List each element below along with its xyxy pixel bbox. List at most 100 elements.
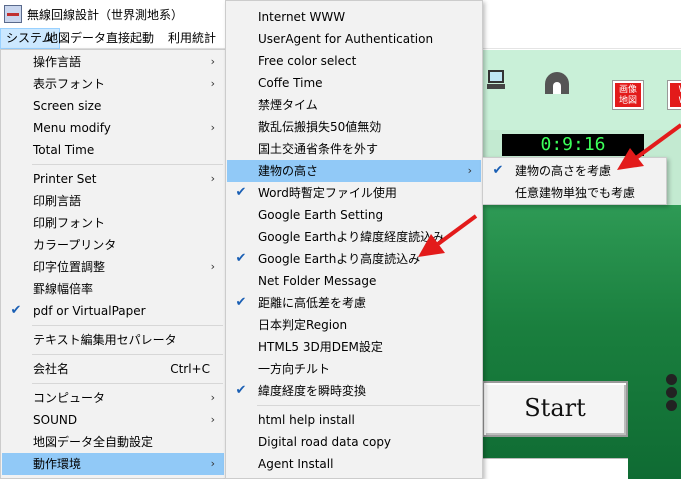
chevron-right-icon: › <box>467 164 472 177</box>
menu-item-company-name[interactable]: 会社名 Ctrl+C <box>2 358 224 380</box>
menu-item-japan-region[interactable]: 日本判定Region <box>227 314 481 336</box>
menu-item-computer[interactable]: コンピュータ › <box>2 387 224 409</box>
image-map-button[interactable]: 画像 地図 <box>612 80 644 110</box>
menu-item-free-color[interactable]: Free color select <box>227 50 481 72</box>
menu-item-label: HTML5 3D用DEM設定 <box>258 340 383 354</box>
tunnel-icon[interactable] <box>545 72 569 94</box>
menu-item-label: Google Earthより緯度経度読込み <box>258 230 445 244</box>
menu-item-label: 国土交通省条件を外す <box>258 142 379 156</box>
chevron-right-icon: › <box>210 260 215 273</box>
system-menu: 操作言語 › 表示フォント › Screen size Menu modify › T… <box>0 49 226 479</box>
menu-item-label: 建物の高さ <box>258 164 319 178</box>
menu-item-label: Screen size <box>33 99 102 113</box>
chevron-right-icon: › <box>210 413 215 426</box>
menu-item-label: 印刷言語 <box>33 194 82 208</box>
menu-item-label: Google Earth Setting <box>258 208 384 222</box>
menu-item-screen-size[interactable]: Screen size <box>2 95 224 117</box>
menu-item-color-printer[interactable]: カラープリンタ <box>2 234 224 256</box>
menu-separator <box>32 325 223 326</box>
menu-item-label: 緯度経度を瞬時変換 <box>258 384 367 398</box>
menu-item-html5-dem[interactable]: HTML5 3D用DEM設定 <box>227 336 481 358</box>
menu-item-label: Digital road data copy <box>258 435 392 449</box>
menu-item-one-way-tilt[interactable]: 一方向チルト <box>227 358 481 380</box>
menu-separator <box>32 383 223 384</box>
menu-item-label: 任意建物単独でも考慮 <box>515 186 636 200</box>
menu-item-label: 禁煙タイム <box>258 98 318 112</box>
check-icon: ✔ <box>235 185 247 200</box>
menu-item-text-separator[interactable]: テキスト編集用セパレータ <box>2 329 224 351</box>
check-icon: ✔ <box>235 251 247 266</box>
menu-item-label: 表示フォント <box>33 77 106 91</box>
menu-item-ge-latlon-import[interactable]: Google Earthより緯度経度読込み <box>227 226 481 248</box>
menu-usage-stats[interactable]: 利用統計 <box>163 28 221 49</box>
menu-item-label: 日本判定Region <box>258 318 348 332</box>
menu-item-label: 会社名 <box>33 362 70 376</box>
menu-item-sound[interactable]: SOUND › <box>2 409 224 431</box>
building-height-submenu: ✔ 建物の高さを考慮 任意建物単独でも考慮 <box>482 157 667 205</box>
menu-item-label: コンピュータ <box>33 391 106 405</box>
timer-display: 0:9:16 <box>502 134 644 156</box>
menu-item-label: Net Folder Message <box>258 274 377 288</box>
menu-item-ge-altitude-import[interactable]: ✔ Google Earthより高度読込み <box>227 248 481 270</box>
www-button[interactable]: W W <box>667 80 681 110</box>
map-field <box>482 205 681 479</box>
menu-item-agent-install[interactable]: Agent Install <box>227 453 481 475</box>
menu-item-label: html help install <box>258 413 355 427</box>
computer-icon[interactable] <box>487 70 505 90</box>
app-toolbar <box>482 50 681 130</box>
menu-item-printer-set[interactable]: Printer Set › <box>2 168 224 190</box>
chevron-right-icon: › <box>210 172 215 185</box>
menu-item-environment[interactable]: 動作環境 › <box>2 453 224 475</box>
chevron-right-icon: › <box>210 391 215 404</box>
menu-separator <box>32 354 223 355</box>
menu-item-label: pdf or VirtualPaper <box>33 304 146 318</box>
menu-item-label: Agent Install <box>258 457 334 471</box>
menu-item-label: 散乱伝搬損失50値無効 <box>258 120 382 134</box>
check-icon: ✔ <box>235 295 247 310</box>
menu-item-pdf-virtualpaper[interactable]: ✔ pdf or VirtualPaper <box>2 300 224 322</box>
menu-item-language[interactable]: 操作言語 › <box>2 51 224 73</box>
menu-item-consider-building-height[interactable]: ✔ 建物の高さを考慮 <box>484 160 665 182</box>
menu-item-label: カラープリンタ <box>33 238 117 252</box>
menu-item-label: 建物の高さを考慮 <box>515 164 612 178</box>
menu-item-html-help-install[interactable]: html help install <box>227 409 481 431</box>
menu-item-menu-modify[interactable]: Menu modify › <box>2 117 224 139</box>
menu-item-print-position[interactable]: 印字位置調整 › <box>2 256 224 278</box>
window-title: 無線回線設計（世界測地系） <box>27 8 184 22</box>
menu-item-elevation-distance[interactable]: ✔ 距離に高低差を考慮 <box>227 292 481 314</box>
menu-item-display-font[interactable]: 表示フォント › <box>2 73 224 95</box>
menu-item-no-smoking[interactable]: 禁煙タイム <box>227 94 481 116</box>
menu-direct-launch[interactable]: 直接起動 <box>101 28 159 49</box>
menu-item-useragent[interactable]: UserAgent for Authentication <box>227 28 481 50</box>
dots-icon <box>662 372 681 412</box>
menu-item-print-font[interactable]: 印刷フォント <box>2 212 224 234</box>
menu-item-label: 一方向チルト <box>258 362 331 376</box>
menu-item-label: UserAgent for Authentication <box>258 32 434 46</box>
menu-item-road-data-copy[interactable]: Digital road data copy <box>227 431 481 453</box>
menu-item-print-language[interactable]: 印刷言語 <box>2 190 224 212</box>
menu-item-line-width-ratio[interactable]: 罫線幅倍率 <box>2 278 224 300</box>
chevron-right-icon: › <box>210 457 215 470</box>
menu-item-map-auto-config[interactable]: 地図データ全自動設定 <box>2 431 224 453</box>
start-button[interactable]: Start <box>482 381 628 437</box>
menu-item-label: 印字位置調整 <box>33 260 106 274</box>
menu-item-mlit-condition[interactable]: 国土交通省条件を外す <box>227 138 481 160</box>
menu-separator <box>257 405 480 406</box>
menu-item-label: Total Time <box>33 143 95 157</box>
menu-item-coffe-time[interactable]: Coffe Time <box>227 72 481 94</box>
menu-item-scatter-loss[interactable]: 散乱伝搬損失50値無効 <box>227 116 481 138</box>
menu-item-building-height[interactable]: 建物の高さ › <box>227 160 481 182</box>
check-icon: ✔ <box>235 383 247 398</box>
menu-item-label: テキスト編集用セパレータ <box>33 333 177 347</box>
menu-item-label: 印刷フォント <box>33 216 106 230</box>
app-logo-icon <box>4 5 22 23</box>
check-icon: ✔ <box>492 163 504 178</box>
menu-item-single-building[interactable]: 任意建物単独でも考慮 <box>484 182 665 204</box>
menu-item-label: 罫線幅倍率 <box>33 282 94 296</box>
menu-item-google-earth-setting[interactable]: Google Earth Setting <box>227 204 481 226</box>
menu-item-instant-convert[interactable]: ✔ 緯度経度を瞬時変換 <box>227 380 481 402</box>
menu-item-total-time[interactable]: Total Time <box>2 139 224 161</box>
menu-item-internet-www[interactable]: Internet WWW <box>227 6 481 28</box>
menu-item-word-temp-file[interactable]: ✔ Word時暫定ファイル使用 <box>227 182 481 204</box>
menu-item-net-folder-message[interactable]: Net Folder Message <box>227 270 481 292</box>
